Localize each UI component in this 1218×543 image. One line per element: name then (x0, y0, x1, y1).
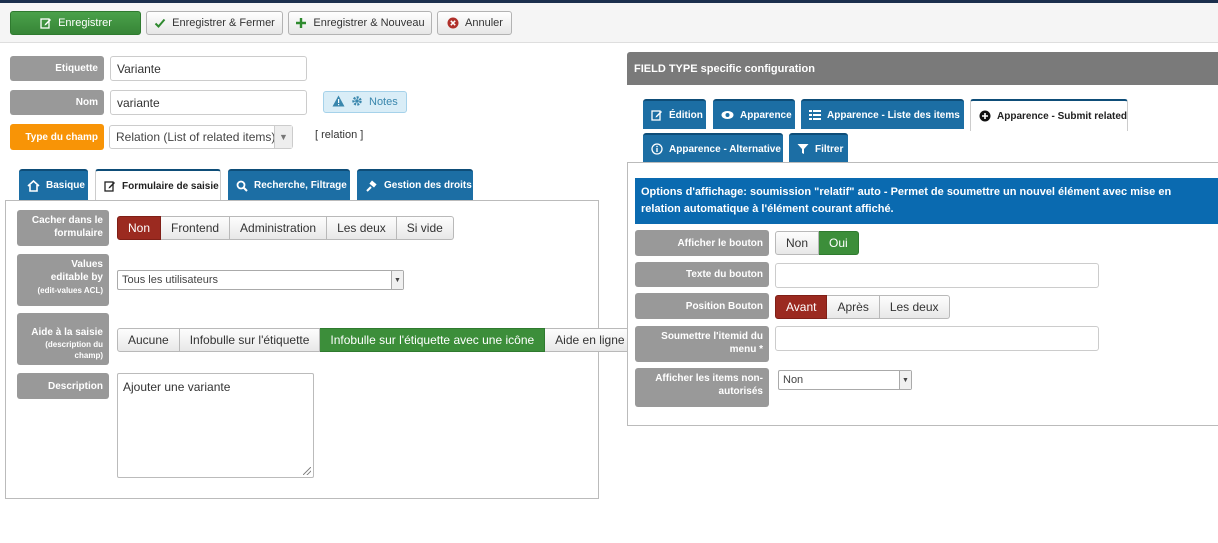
button-position-avant[interactable]: Avant (775, 295, 828, 319)
tab-apparence-liste[interactable]: Apparence - Liste des items (801, 99, 964, 129)
hide-option-non[interactable]: Non (117, 216, 162, 240)
field-type-config-header: FIELD TYPE specific configuration (627, 52, 1218, 85)
filter-icon (797, 143, 809, 156)
description-label: Description (17, 373, 109, 399)
hide-label: Cacher dans le formulaire (17, 210, 109, 246)
help-option-inline[interactable]: Aide en ligne (545, 328, 636, 352)
button-text-input[interactable] (775, 263, 1099, 288)
plus-circle-icon (979, 110, 991, 123)
editable-select[interactable]: Tous les utilisateurs ▼ (117, 270, 404, 290)
help-label: Aide à la saisie (description du champ) (17, 313, 109, 365)
cancel-circle-icon (446, 17, 459, 30)
gavel-icon (365, 179, 378, 192)
label-input[interactable]: Variante (110, 56, 307, 81)
tab-apparence-submit[interactable]: Apparence - Submit related (970, 99, 1128, 131)
chevron-down-icon: ▼ (391, 271, 403, 289)
search-icon (236, 179, 248, 192)
button-position-label: Position Bouton (635, 293, 769, 319)
type-field-label: Type du champ (10, 124, 104, 150)
plus-icon (295, 17, 307, 30)
help-option-none[interactable]: Aucune (117, 328, 180, 352)
itemid-label: Soumettre l'itemid du menu * (635, 326, 769, 362)
field-type-select[interactable]: Relation (List of related items) ▼ (109, 125, 293, 149)
hide-option-admin[interactable]: Administration (230, 216, 328, 240)
edit-icon (651, 109, 663, 122)
description-textarea[interactable]: Ajouter une variante (117, 373, 314, 478)
unauthorized-items-label: Afficher les items non-autorisés (635, 368, 769, 407)
show-button-option-oui[interactable]: Oui (819, 231, 859, 255)
home-icon (27, 179, 40, 192)
info-circle-icon (651, 143, 663, 156)
tab-droits[interactable]: Gestion des droits (357, 169, 473, 200)
notes-button[interactable]: Notes (323, 91, 407, 113)
edit-icon (104, 180, 116, 193)
cancel-button[interactable]: Annuler (437, 11, 512, 35)
name-field-label: Nom (10, 90, 104, 115)
chevron-down-icon: ▼ (899, 371, 911, 389)
resize-handle[interactable] (303, 467, 311, 475)
info-banner: Options d'affichage: soumission "relatif… (635, 178, 1218, 224)
save-button[interactable]: Enregistrer (10, 11, 141, 35)
name-input[interactable]: variante (110, 90, 307, 115)
show-button-option-group: Non Oui (775, 231, 859, 255)
gear-icon (351, 95, 363, 110)
chevron-down-icon: ▼ (274, 126, 292, 148)
edit-icon (39, 17, 52, 30)
hide-option-empty[interactable]: Si vide (396, 216, 454, 240)
help-option-tooltip-icon[interactable]: Infobulle sur l'étiquette avec une icône (320, 328, 546, 352)
show-button-label: Afficher le bouton (635, 230, 769, 256)
eye-icon (721, 109, 734, 122)
tab-edition[interactable]: Édition (643, 99, 706, 129)
button-position-option-group: Avant Après Les deux (775, 295, 950, 319)
itemid-input[interactable] (775, 326, 1099, 351)
save-close-button[interactable]: Enregistrer & Fermer (146, 11, 283, 35)
check-icon (154, 17, 166, 30)
hide-option-frontend[interactable]: Frontend (161, 216, 231, 240)
help-option-tooltip[interactable]: Infobulle sur l'étiquette (179, 328, 321, 352)
hide-option-both[interactable]: Les deux (327, 216, 397, 240)
save-new-button[interactable]: Enregistrer & Nouveau (288, 11, 432, 35)
warning-icon (332, 95, 345, 110)
editable-label: Values editable by (edit-values ACL) (17, 254, 109, 306)
show-button-option-non[interactable]: Non (775, 231, 820, 255)
button-position-both[interactable]: Les deux (879, 295, 950, 319)
list-icon (809, 109, 821, 122)
hide-option-group: Non Frontend Administration Les deux Si … (117, 216, 454, 240)
unauthorized-items-select[interactable]: Non ▼ (778, 370, 912, 390)
label-field-label: Etiquette (10, 56, 104, 81)
help-option-group: Aucune Infobulle sur l'étiquette Infobul… (117, 328, 636, 352)
tab-formulaire[interactable]: Formulaire de saisie (95, 169, 221, 201)
tab-apparence[interactable]: Apparence (713, 99, 795, 129)
tab-apparence-alternative[interactable]: Apparence - Alternative (643, 133, 783, 163)
button-text-label: Texte du bouton (635, 262, 769, 287)
button-position-apres[interactable]: Après (827, 295, 880, 319)
tab-basique[interactable]: Basique (19, 169, 88, 200)
tab-filtrer[interactable]: Filtrer (789, 133, 848, 163)
type-code: [ relation ] (315, 129, 364, 141)
toolbar: Enregistrer Enregistrer & Fermer Enregis… (0, 3, 1218, 43)
tab-recherche[interactable]: Recherche, Filtrage (228, 169, 350, 200)
